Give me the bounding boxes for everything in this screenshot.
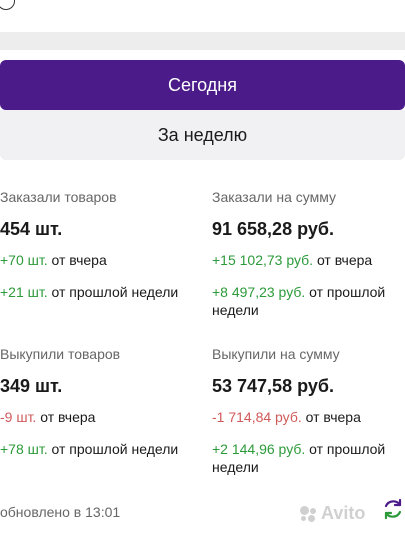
stat-value: 349 шт.	[0, 376, 63, 396]
delta-value: -9 шт.	[0, 409, 37, 425]
delta-vs-yesterday: -9 шт. от вчера	[0, 408, 200, 426]
delta-vs-last-week: +8 497,23 руб. от прошлой недели	[212, 283, 402, 319]
stat-value: 454 шт.	[0, 219, 63, 239]
stat-value: 53 747,58 руб.	[212, 376, 334, 396]
delta-vs-last-week: +78 шт. от прошлой недели	[0, 440, 200, 458]
delta-text: от вчера	[305, 409, 361, 425]
tab-week[interactable]: За неделю	[0, 110, 405, 160]
stat-value: 91 658,28 руб.	[212, 219, 334, 239]
delta-text: от вчера	[316, 252, 373, 268]
stat-bought-items: Выкупили товаров 349 шт. -9 шт. от вчера…	[0, 345, 200, 458]
updated-timestamp: обновлено в 13:01	[0, 504, 121, 520]
avito-dots-icon	[300, 505, 318, 522]
delta-vs-yesterday: -1 714,84 руб. от вчера	[212, 408, 402, 426]
refresh-icon[interactable]	[381, 497, 405, 521]
avito-logo-icon: Avito	[300, 503, 365, 524]
delta-value: +78 шт.	[0, 441, 48, 457]
delta-text: от прошлой недели	[51, 284, 179, 300]
tab-week-label: За неделю	[157, 124, 248, 145]
tab-today[interactable]: Сегодня	[0, 60, 405, 110]
tab-today-label: Сегодня	[168, 74, 237, 95]
stat-ordered-sum: Заказали на сумму 91 658,28 руб. +15 102…	[212, 188, 402, 319]
delta-vs-last-week: +21 шт. от прошлой недели	[0, 283, 200, 301]
delta-value: +15 102,73 руб.	[212, 252, 314, 268]
delta-text: от прошлой недели	[51, 441, 179, 457]
delta-value: +2 144,96 руб.	[212, 441, 306, 457]
delta-vs-last-week: +2 144,96 руб. от прошлой недели	[212, 440, 402, 476]
radio-circle-icon[interactable]	[0, 0, 15, 10]
stat-bought-sum: Выкупили на сумму 53 747,58 руб. -1 714,…	[212, 345, 402, 476]
top-strip	[0, 0, 405, 18]
avito-logo-text: Avito	[321, 503, 366, 523]
delta-value: +8 497,23 руб.	[212, 284, 306, 300]
divider-bar	[0, 32, 405, 50]
stat-label: Заказали товаров	[0, 189, 117, 205]
delta-vs-yesterday: +15 102,73 руб. от вчера	[212, 251, 402, 269]
delta-vs-yesterday: +70 шт. от вчера	[0, 251, 200, 269]
stat-label: Выкупили товаров	[0, 346, 121, 362]
delta-value: +21 шт.	[0, 284, 48, 300]
stat-ordered-items: Заказали товаров 454 шт. +70 шт. от вчер…	[0, 188, 200, 301]
stat-label: Выкупили на сумму	[212, 346, 340, 362]
delta-value: +70 шт.	[0, 252, 48, 268]
delta-text: от вчера	[51, 252, 107, 268]
delta-text: от вчера	[40, 409, 96, 425]
stat-label: Заказали на сумму	[212, 189, 337, 205]
delta-value: -1 714,84 руб.	[212, 409, 302, 425]
